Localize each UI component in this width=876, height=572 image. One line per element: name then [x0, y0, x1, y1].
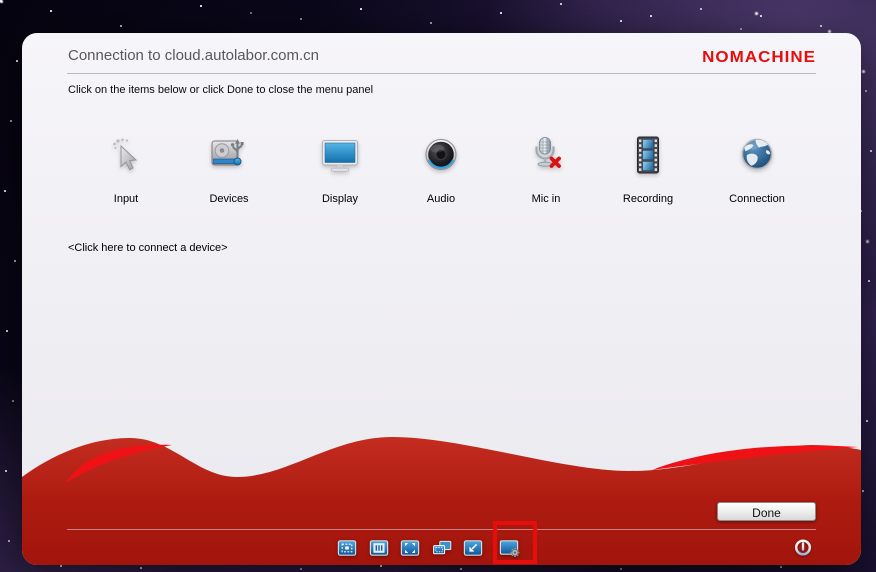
menu-item-connection[interactable]: Connection	[709, 134, 805, 205]
mic-in-muted-icon	[524, 134, 568, 178]
done-button[interactable]: Done	[717, 502, 816, 521]
menu-item-input[interactable]: Input	[78, 134, 174, 205]
fullscreen-icon	[400, 538, 420, 558]
mic-muted-x-icon	[552, 159, 560, 167]
menu-item-label: Connection	[709, 193, 805, 205]
desktop-background: Connection to cloud.autolabor.com.cn NOM…	[0, 0, 876, 572]
power-icon	[793, 537, 813, 557]
viewport-panel-icon	[369, 538, 389, 558]
connection-globe-icon	[735, 134, 779, 178]
page-title: Connection to cloud.autolabor.com.cn	[68, 47, 319, 64]
window-mode-icon	[463, 538, 483, 558]
menu-item-devices[interactable]: Devices	[181, 134, 277, 205]
fit-to-window-icon	[337, 538, 357, 558]
display-monitor-icon	[318, 134, 362, 178]
instructions-text: Click on the items below or click Done t…	[68, 84, 373, 96]
menu-item-recording[interactable]: Recording	[600, 134, 696, 205]
multi-monitor-button[interactable]	[431, 538, 453, 558]
input-cursor-icon	[104, 134, 148, 178]
menu-item-label: Mic in	[498, 193, 594, 205]
viewport-panel-button[interactable]	[369, 538, 389, 558]
menu-item-audio[interactable]: Audio	[393, 134, 489, 205]
multi-monitor-icon	[431, 538, 453, 558]
footer-divider	[67, 529, 816, 530]
fullscreen-button[interactable]	[400, 538, 420, 558]
menu-item-mic-in[interactable]: Mic in	[498, 134, 594, 205]
window-mode-button[interactable]	[463, 538, 483, 558]
highlight-box	[493, 521, 537, 564]
recording-film-icon	[626, 134, 670, 178]
fit-to-window-button[interactable]	[337, 538, 357, 558]
menu-item-label: Recording	[600, 193, 696, 205]
devices-usb-drive-icon	[207, 134, 251, 178]
menu-item-label: Display	[292, 193, 388, 205]
menu-item-label: Devices	[181, 193, 277, 205]
menu-item-label: Input	[78, 193, 174, 205]
starfield-bright	[0, 0, 3, 3]
header-divider	[67, 73, 816, 74]
connect-device-link[interactable]: <Click here to connect a device>	[68, 242, 228, 254]
nomachine-logo: NOMACHINE	[702, 48, 816, 66]
menu-panel: Connection to cloud.autolabor.com.cn NOM…	[22, 33, 861, 565]
menu-item-label: Audio	[393, 193, 489, 205]
audio-speaker-icon	[419, 134, 463, 178]
power-button[interactable]	[793, 537, 813, 557]
menu-item-display[interactable]: Display	[292, 134, 388, 205]
